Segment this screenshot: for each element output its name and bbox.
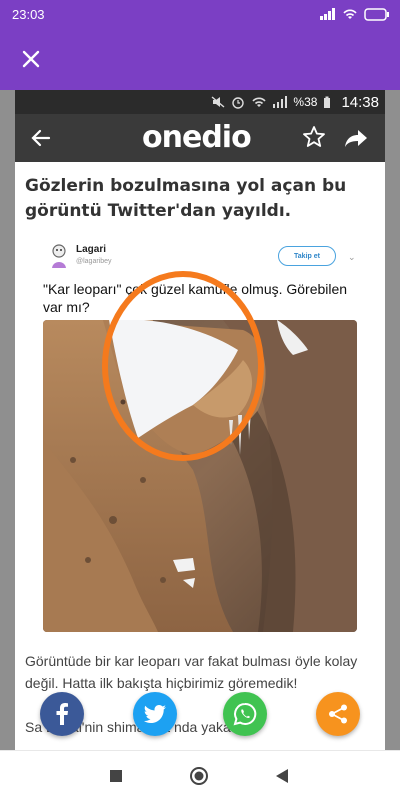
- recents-button[interactable]: [106, 766, 126, 786]
- inner-status-bar: %38 14:38: [15, 90, 385, 114]
- facebook-icon: [56, 703, 68, 725]
- inner-signal-icon: [273, 96, 288, 108]
- recents-nav-icon: [110, 770, 122, 782]
- onedio-logo[interactable]: onedio: [142, 120, 252, 155]
- avatar[interactable]: [48, 242, 70, 270]
- chevron-down-icon[interactable]: ⌄: [348, 252, 356, 263]
- back-button[interactable]: [272, 766, 292, 786]
- back-arrow-icon[interactable]: [29, 126, 53, 150]
- signal-icon: [320, 8, 335, 20]
- alarm-icon: [232, 97, 245, 109]
- inner-battery-text: %38: [293, 95, 318, 109]
- status-icons: [320, 7, 390, 21]
- share-arrow-icon[interactable]: [343, 125, 369, 151]
- whatsapp-icon: [233, 702, 257, 726]
- onedio-header: onedio: [15, 114, 385, 162]
- inner-time: 14:38: [341, 93, 379, 111]
- mute-icon: [211, 96, 225, 108]
- wifi-icon: [343, 9, 357, 19]
- twitter-icon: [144, 705, 166, 723]
- inner-battery-icon: [324, 96, 331, 108]
- screenshot-frame: %38 14:38 onedio Gözlerin bozulmasına yo…: [0, 90, 400, 750]
- close-button[interactable]: [16, 44, 46, 74]
- star-icon[interactable]: [302, 125, 326, 149]
- article-headline: Gözlerin bozulmasına yol açan bu görüntü…: [25, 176, 347, 221]
- battery-icon: [364, 7, 389, 21]
- twitter-share-button[interactable]: [133, 692, 177, 736]
- follow-button[interactable]: Takip et: [278, 246, 336, 266]
- facebook-share-button[interactable]: [40, 692, 84, 736]
- back-nav-icon: [276, 769, 288, 783]
- status-time: 23:03: [12, 6, 45, 22]
- article-paragraph: Görüntüde bir kar leoparı var fakat bulm…: [25, 653, 358, 691]
- embedded-screenshot: %38 14:38 onedio Gözlerin bozulmasına yo…: [15, 90, 385, 750]
- share-icon: [329, 704, 347, 724]
- system-nav-bar: [0, 750, 400, 800]
- whatsapp-share-button[interactable]: [223, 692, 267, 736]
- app-bar: [0, 28, 400, 90]
- highlight-circle: [102, 271, 264, 461]
- phone-status-bar: 23:03: [0, 0, 400, 28]
- home-button[interactable]: [189, 766, 209, 786]
- tweet-author-name[interactable]: Lagari: [76, 244, 106, 255]
- share-button[interactable]: [316, 692, 360, 736]
- home-nav-icon: [190, 767, 208, 785]
- close-icon: [22, 50, 40, 68]
- inner-wifi-icon: [252, 97, 267, 107]
- tweet-author-handle[interactable]: @lagaribey: [76, 258, 112, 265]
